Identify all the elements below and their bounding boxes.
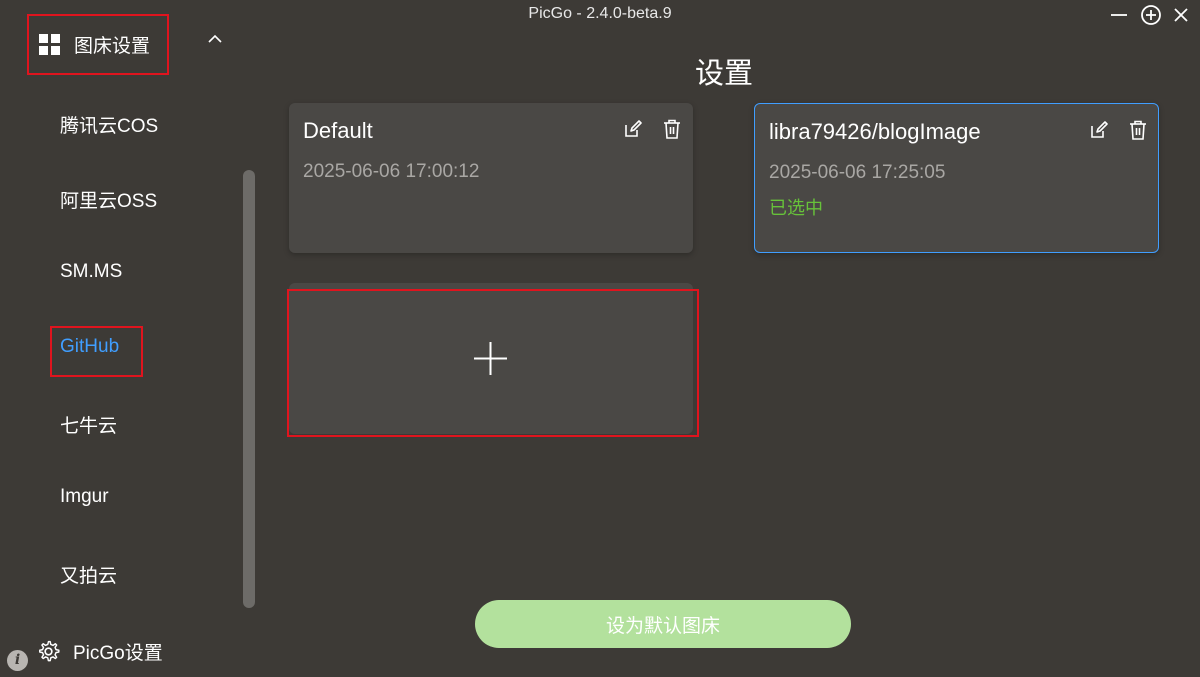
sidebar-item-upyun[interactable]: 又拍云 — [60, 561, 117, 588]
edit-icon[interactable] — [622, 118, 644, 140]
delete-icon[interactable] — [1127, 119, 1149, 141]
config-time: 2025-06-06 17:25:05 — [769, 162, 946, 183]
sidebar-item-qiniu[interactable]: 七牛云 — [60, 411, 117, 438]
picbed-settings-menu[interactable]: 图床设置 — [27, 14, 169, 75]
edit-icon[interactable] — [1088, 119, 1110, 141]
grid-icon — [39, 34, 60, 55]
info-icon[interactable]: i — [7, 650, 28, 671]
sidebar-item-tencent-cos[interactable]: 腾讯云COS — [60, 111, 158, 138]
close-icon[interactable] — [1170, 4, 1192, 26]
config-name: libra79426/blogImage — [769, 119, 981, 144]
picgo-settings-menu[interactable]: PicGo设置 — [36, 638, 163, 665]
page-title: 设置 — [695, 58, 754, 90]
sidebar-item-imgur[interactable]: Imgur — [60, 486, 109, 508]
sidebar: 图床设置 腾讯云COS 阿里云OSS SM.MS GitHub 七牛云 Imgu… — [0, 0, 265, 677]
picbed-settings-label: 图床设置 — [74, 36, 151, 57]
minimize-icon[interactable] — [1108, 4, 1130, 26]
set-default-picbed-button[interactable]: 设为默认图床 — [475, 600, 851, 648]
gear-icon — [39, 640, 60, 662]
sidebar-scrollbar[interactable] — [243, 170, 255, 608]
chevron-up-icon[interactable] — [206, 32, 224, 46]
selected-status: 已选中 — [769, 198, 823, 218]
sidebar-item-github[interactable]: GitHub — [60, 336, 119, 358]
config-card-default[interactable]: Default 2025-06-06 17:00:12 — [289, 103, 693, 253]
maximize-icon[interactable] — [1140, 4, 1162, 26]
config-card-selected[interactable]: libra79426/blogImage 2025-06-06 17:25:05… — [754, 103, 1159, 253]
plus-icon[interactable] — [472, 340, 509, 377]
config-time: 2025-06-06 17:00:12 — [303, 161, 480, 182]
delete-icon[interactable] — [661, 118, 683, 140]
sidebar-item-smms[interactable]: SM.MS — [60, 261, 122, 283]
config-name: Default — [303, 118, 373, 143]
picgo-settings-label: PicGo设置 — [73, 643, 163, 664]
picgo-window: PicGo - 2.4.0-beta.9 图床设置 腾讯云COS 阿里云OSS … — [0, 0, 1200, 677]
sidebar-item-aliyun-oss[interactable]: 阿里云OSS — [60, 186, 157, 213]
